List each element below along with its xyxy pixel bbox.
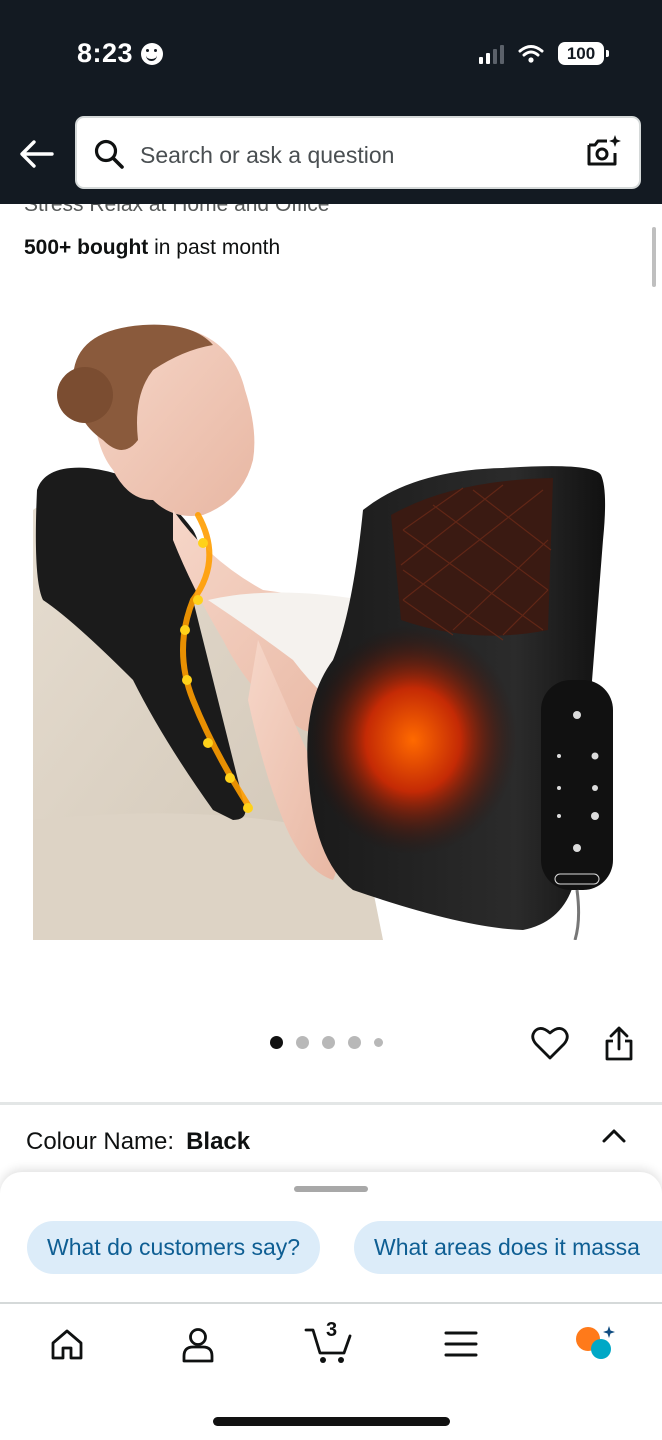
- status-indicators: 100: [479, 42, 609, 65]
- carousel-dot[interactable]: [296, 1036, 309, 1049]
- cart-button[interactable]: 3: [304, 1319, 356, 1366]
- focus-smiley-icon: [141, 42, 164, 65]
- cellular-signal-icon: [479, 44, 504, 64]
- top-header: 8:23 100 Search or ask a question: [0, 0, 662, 204]
- suggestion-chip-customers[interactable]: What do customers say?: [27, 1221, 321, 1274]
- carousel-dot[interactable]: [348, 1036, 361, 1049]
- carousel-dot[interactable]: [270, 1036, 283, 1049]
- chevron-up-icon[interactable]: [600, 1126, 628, 1146]
- colour-value: Black: [186, 1128, 251, 1155]
- carousel-dot[interactable]: [374, 1038, 383, 1047]
- suggestion-chip-areas[interactable]: What areas does it massa: [354, 1221, 662, 1274]
- battery-indicator: 100: [558, 42, 609, 65]
- share-icon[interactable]: [603, 1025, 635, 1063]
- assistant-suggestion-sheet: What do customers say? What areas does i…: [0, 1172, 662, 1302]
- rufus-assistant-icon[interactable]: [574, 1324, 616, 1362]
- bought-count: 500+ bought in past month: [24, 236, 281, 259]
- account-icon[interactable]: [180, 1326, 216, 1364]
- heart-icon[interactable]: [531, 1025, 569, 1061]
- home-icon[interactable]: [49, 1326, 85, 1362]
- search-icon: [94, 139, 124, 169]
- home-indicator: [213, 1417, 450, 1426]
- image-carousel-dots[interactable]: [270, 1036, 383, 1049]
- product-image[interactable]: [33, 300, 629, 940]
- colour-selector[interactable]: Colour Name: Black: [26, 1128, 250, 1156]
- page-scrollbar[interactable]: [652, 227, 656, 287]
- bottom-navigation: 3: [0, 1302, 662, 1440]
- wifi-icon: [518, 44, 544, 63]
- sheet-drag-handle[interactable]: [294, 1186, 368, 1192]
- carousel-dot[interactable]: [322, 1036, 335, 1049]
- back-arrow-icon[interactable]: [18, 138, 56, 170]
- menu-icon[interactable]: [444, 1330, 478, 1358]
- cart-count: 3: [326, 1319, 338, 1341]
- section-divider: [0, 1102, 662, 1105]
- colour-label: Colour Name:: [26, 1128, 175, 1155]
- status-time: 8:23: [77, 38, 164, 69]
- camera-search-icon[interactable]: [585, 133, 623, 171]
- search-placeholder: Search or ask a question: [140, 142, 395, 168]
- search-bar[interactable]: Search or ask a question: [75, 116, 641, 189]
